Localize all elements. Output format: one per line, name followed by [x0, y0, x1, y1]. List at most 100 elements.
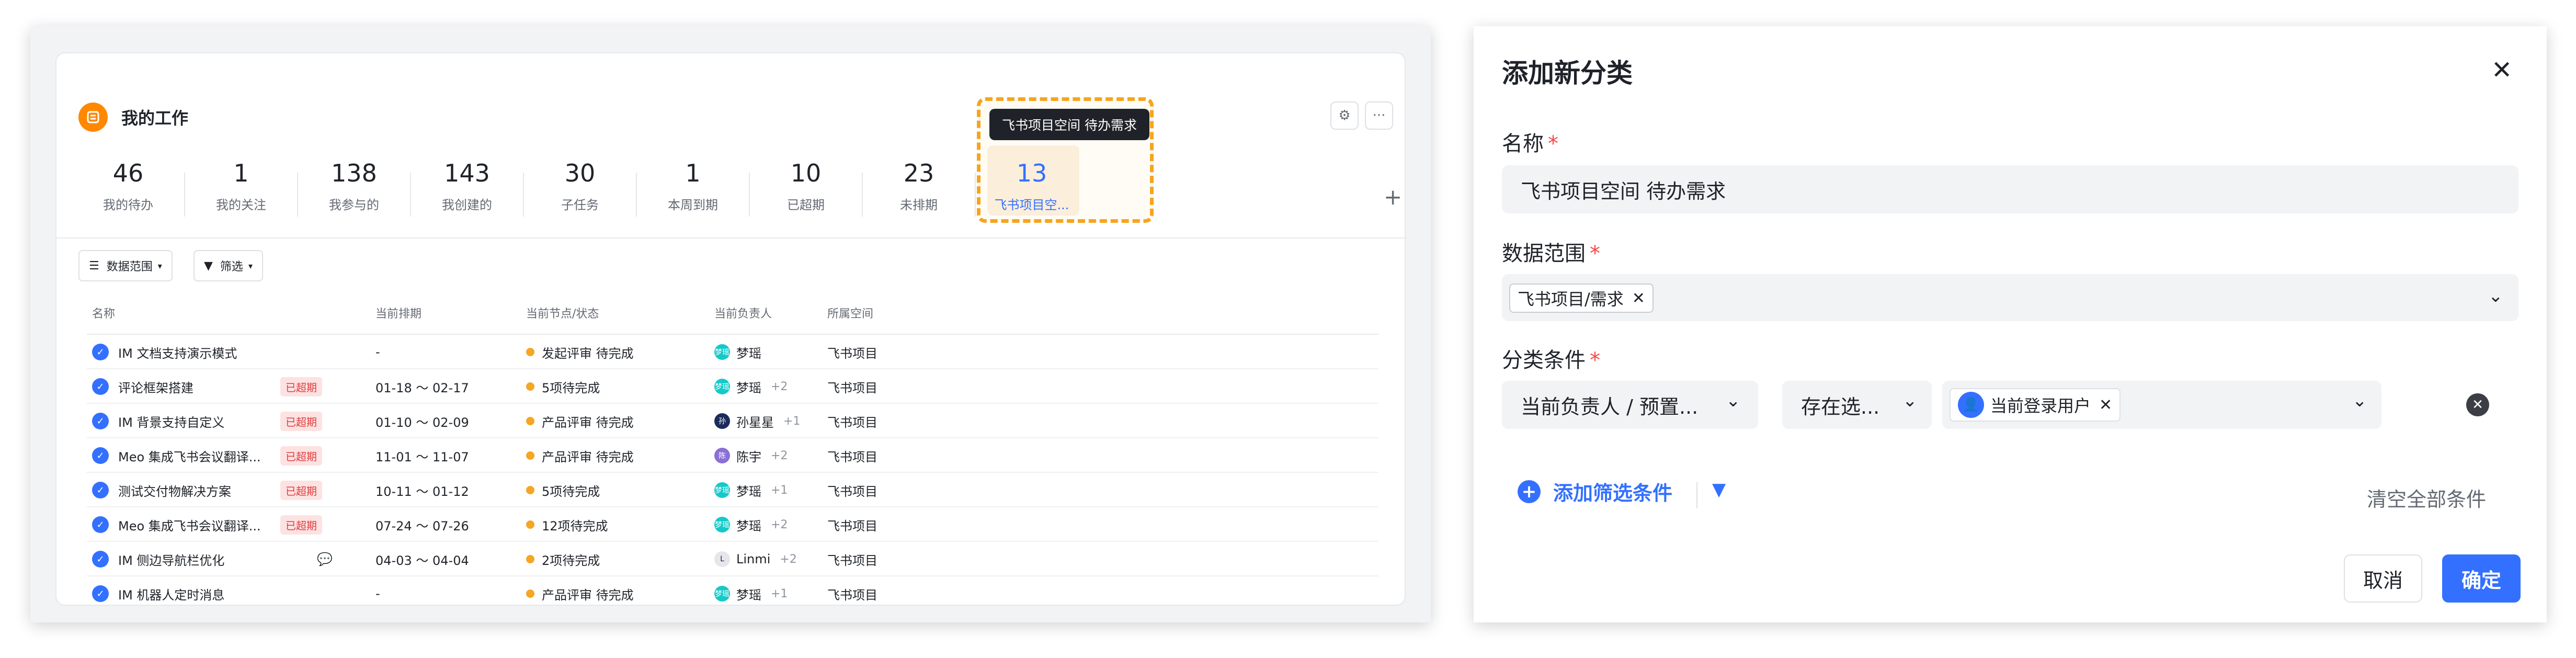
- task-name[interactable]: Meo 集成飞书会议翻译...: [118, 447, 261, 465]
- chevron-down-icon: ⌄: [1726, 390, 1741, 411]
- task-icon: ✓: [92, 447, 109, 464]
- stat-my-follow[interactable]: 1 我的关注: [191, 148, 291, 236]
- task-owner: 梦瑶: [736, 518, 761, 534]
- avatar: 梦瑶: [714, 344, 730, 360]
- table-row[interactable]: ✓ Meo 集成飞书会议翻译... 已超期 11-01 ～ 11-07 产品评审 …: [87, 438, 1378, 473]
- stat-value: 46: [112, 159, 144, 187]
- condition-operator-select[interactable]: 存在选... ⌄: [1782, 381, 1932, 429]
- clear-all-conditions-link[interactable]: 清空全部条件: [2367, 483, 2486, 512]
- stat-due-this-week[interactable]: 1 本周到期: [643, 148, 743, 236]
- task-name[interactable]: IM 机器人定时消息: [118, 585, 224, 603]
- col-header-owner[interactable]: 当前负责人: [714, 304, 772, 321]
- table-row[interactable]: ✓ 测试交付物解决方案 已超期 10-11 ～ 01-12 5项待完成 梦瑶 梦瑶 +…: [87, 473, 1378, 507]
- status-dot: [526, 520, 534, 529]
- name-label-text: 名称: [1502, 132, 1544, 156]
- header-divider: [56, 237, 1407, 239]
- stat-divider: [410, 173, 411, 217]
- overdue-badge: 已超期: [280, 446, 322, 466]
- add-category-dialog: 添加新分类 ✕ 名称 * 飞书项目空间 待办需求 数据范围 * 飞书项目/需求 ✕ …: [1474, 26, 2547, 622]
- stat-subtasks[interactable]: 30 子任务: [530, 148, 630, 236]
- close-icon[interactable]: ✕: [2491, 55, 2512, 85]
- task-schedule: -: [375, 345, 380, 359]
- avatar: 陈: [714, 448, 730, 463]
- remove-tag-icon[interactable]: ✕: [2099, 396, 2112, 414]
- condition-operator-value: 存在选...: [1801, 395, 1880, 418]
- task-name[interactable]: 测试交付物解决方案: [118, 481, 231, 500]
- task-name[interactable]: 评论框架搭建: [118, 378, 193, 396]
- status-dot: [526, 589, 534, 598]
- task-icon: ✓: [92, 551, 109, 568]
- col-header-name[interactable]: 名称: [92, 304, 115, 321]
- condition-field-select[interactable]: 当前负责人 / 预置... ⌄: [1502, 381, 1758, 429]
- task-owner: 梦瑶: [736, 380, 761, 395]
- dialog-title: 添加新分类: [1502, 58, 1633, 88]
- remove-condition-icon[interactable]: ✕: [2466, 393, 2489, 416]
- stat-divider: [749, 173, 750, 217]
- table-row[interactable]: ✓ IM 机器人定时消息 - 产品评审 待完成 梦瑶 梦瑶 +1 飞书项目: [87, 576, 1378, 611]
- table-row[interactable]: ✓ IM 侧边导航栏优化 💬 04-03 ～ 04-04 2项待完成 L Linmi…: [87, 542, 1378, 576]
- avatar: 梦瑶: [714, 586, 730, 602]
- task-name[interactable]: IM 侧边导航栏优化: [118, 550, 224, 569]
- caret-down-icon[interactable]: ▼: [1712, 479, 1726, 500]
- name-input-value: 飞书项目空间 待办需求: [1521, 179, 1726, 203]
- add-filter-label: 添加筛选条件: [1553, 482, 1673, 505]
- stat-feishu-project-space[interactable]: 13 飞书项目空...: [984, 148, 1079, 236]
- stat-overdue[interactable]: 10 已超期: [756, 148, 856, 236]
- condition-label: 分类条件 *: [1502, 343, 1600, 373]
- extra-owners: +2: [771, 380, 788, 393]
- filter-button[interactable]: ▼ 筛选 ▾: [193, 250, 263, 281]
- table-row[interactable]: ✓ Meo 集成飞书会议翻译... 已超期 07-24 ～ 07-26 12项待完…: [87, 507, 1378, 542]
- table-row[interactable]: ✓ 评论框架搭建 已超期 01-18 ～ 02-17 5项待完成 梦瑶 梦瑶 +2 飞…: [87, 369, 1378, 404]
- task-name[interactable]: IM 背景支持自定义: [118, 412, 224, 430]
- stat-value: 23: [903, 159, 934, 187]
- avatar: 梦瑶: [714, 482, 730, 498]
- stat-created[interactable]: 143 我创建的: [417, 148, 517, 236]
- extra-owners: +1: [771, 483, 788, 497]
- task-name[interactable]: Meo 集成飞书会议翻译...: [118, 516, 261, 534]
- list-icon: ☰: [89, 259, 99, 273]
- chevron-down-icon[interactable]: ⌄: [2488, 286, 2503, 307]
- caret-down-icon: ▾: [157, 260, 162, 271]
- status-dot: [526, 486, 534, 494]
- task-status: 12项待完成: [542, 518, 608, 534]
- settings-button[interactable]: ⚙: [1330, 101, 1359, 130]
- stat-value: 10: [790, 159, 822, 187]
- task-schedule: -: [375, 586, 380, 601]
- stat-unscheduled[interactable]: 23 未排期: [869, 148, 968, 236]
- table-row[interactable]: ✓ IM 背景支持自定义 已超期 01-10 ～ 02-09 产品评审 待完成 孙…: [87, 404, 1378, 438]
- gear-icon: ⚙: [1338, 108, 1351, 123]
- stat-value: 1: [685, 159, 701, 187]
- table-row[interactable]: ✓ IM 文档支持演示模式 - 发起评审 待完成 梦瑶 梦瑶 飞书项目: [87, 335, 1378, 369]
- col-header-space[interactable]: 所属空间: [827, 304, 873, 321]
- extra-owners: +2: [771, 449, 788, 462]
- chevron-down-icon: ⌄: [1902, 390, 1918, 411]
- task-space: 飞书项目: [827, 380, 877, 395]
- name-input[interactable]: 飞书项目空间 待办需求: [1502, 165, 2518, 213]
- stat-value: 30: [564, 159, 596, 187]
- stat-my-todo[interactable]: 46 我的待办: [78, 148, 178, 236]
- task-name[interactable]: IM 文档支持演示模式: [118, 343, 237, 361]
- col-header-schedule[interactable]: 当前排期: [375, 304, 421, 321]
- cancel-button[interactable]: 取消: [2344, 554, 2422, 603]
- scope-select[interactable]: 飞书项目/需求 ✕ ⌄: [1502, 274, 2518, 321]
- filter-label: 筛选: [220, 260, 243, 274]
- condition-value-select[interactable]: 👤 当前登录用户 ✕ ⌄: [1942, 381, 2381, 429]
- task-space: 飞书项目: [827, 518, 877, 534]
- stat-label: 本周到期: [668, 198, 718, 212]
- task-schedule: 10-11 ～ 01-12: [375, 484, 469, 499]
- filter-icon: ▼: [204, 259, 213, 273]
- add-category-button[interactable]: +: [1384, 184, 1402, 210]
- stat-participated[interactable]: 138 我参与的: [304, 148, 404, 236]
- my-work-card: 我的工作 ⚙ ··· 飞书项目空间 待办需求 46 我的待办 1 我的关注 13…: [55, 52, 1407, 606]
- more-icon: ···: [1372, 108, 1386, 123]
- stat-divider: [297, 173, 298, 217]
- more-button[interactable]: ···: [1365, 101, 1393, 130]
- task-owner: Linmi: [736, 552, 771, 566]
- confirm-button[interactable]: 确定: [2442, 554, 2521, 603]
- col-header-status[interactable]: 当前节点/状态: [526, 304, 599, 321]
- comment-icon[interactable]: 💬: [317, 552, 333, 566]
- remove-tag-icon[interactable]: ✕: [1632, 289, 1645, 308]
- add-filter-button[interactable]: + 添加筛选条件: [1518, 477, 1672, 506]
- data-scope-button[interactable]: ☰ 数据范围 ▾: [78, 250, 173, 281]
- scope-label: 数据范围 *: [1502, 236, 1600, 267]
